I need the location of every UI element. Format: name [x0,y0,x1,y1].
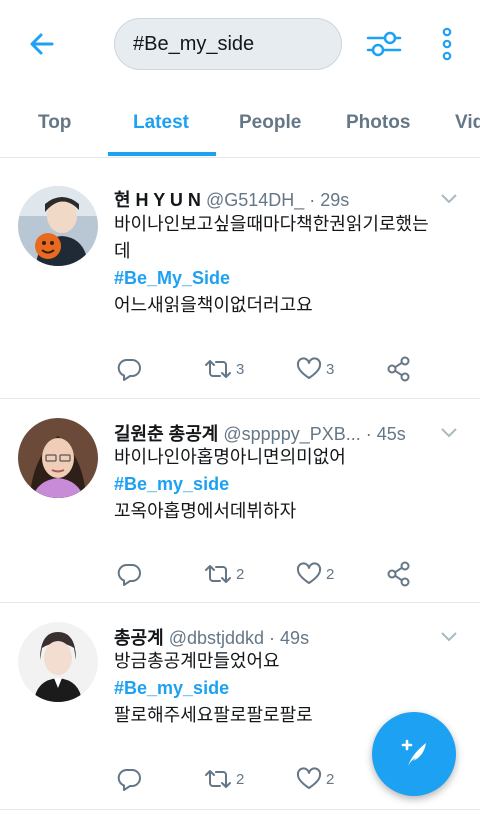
tweet-menu-button[interactable] [438,422,460,444]
share-icon [387,561,410,587]
share-button[interactable] [386,559,412,589]
search-query-text: #Be_my_side [133,32,255,55]
like-count: 3 [326,360,335,378]
share-icon [387,356,410,382]
tweet-author-name[interactable]: 현 H Y U N [114,190,201,210]
retweet-button[interactable]: 2 [204,559,244,589]
reply-icon [117,769,141,791]
compose-tweet-button[interactable] [372,712,456,796]
retweet-count: 2 [236,770,245,788]
hashtag-link[interactable]: #Be_my_side [114,471,464,498]
avatar[interactable] [18,418,98,498]
search-filter-button[interactable] [362,24,406,64]
reply-icon [117,359,141,381]
retweet-count: 3 [236,360,245,378]
tweet-text: 바이나인아홉명아니면의미없어 #Be_my_side 꼬옥아홉명에서데뷔하자 [114,444,464,525]
hashtag-link[interactable]: #Be_My_Side [114,265,464,292]
tab-photos[interactable]: Photos [346,88,410,157]
share-button[interactable] [386,354,412,384]
avatar[interactable] [18,186,98,266]
tweet-text-line: 바이나인보고싶을때마다책한권읽기로했는 [114,214,429,234]
tab-top[interactable]: Top [38,88,71,157]
heart-icon [296,562,322,584]
retweet-button[interactable]: 3 [204,354,244,384]
tab-latest[interactable]: Latest [133,88,189,157]
vertical-dots-icon [442,27,452,61]
chevron-down-icon [441,194,457,204]
tweet-author-name[interactable]: 길원춘 총공계 [114,424,218,444]
arrow-left-icon [30,33,54,55]
tweet-author-name[interactable]: 총공계 [114,628,164,648]
tweet-text-line: 꼬옥아홉명에서데뷔하자 [114,501,297,521]
tweet-timestamp: · 45s [365,424,406,444]
tweet-header: 현 H Y U N @G514DH_ · 29s [114,186,430,212]
compose-feather-icon [401,739,426,766]
retweet-icon [205,565,231,583]
reply-icon [117,564,141,586]
tweet-header: 총공계 @dbstjddkd · 49s [114,624,430,650]
tweet-header: 길원춘 총공계 @sppppy_PXB... · 45s [114,420,430,446]
retweet-icon [205,770,231,788]
sliders-icon [366,31,402,57]
reply-button[interactable] [116,354,146,384]
tab-people[interactable]: People [239,88,301,157]
tweet-actions: 3 3 [116,354,436,384]
tweet-actions: 2 2 [116,559,436,589]
tweet-text-line: 바이나인아홉명아니면의미없어 [114,447,346,467]
top-bar: #Be_my_side [0,0,480,88]
search-tabs: Top Latest People Photos Vid [0,88,480,158]
tweet-timestamp: · 29s [309,190,350,210]
like-button[interactable]: 2 [296,764,334,794]
tweet-timestamp: · 49s [269,628,310,648]
like-button[interactable]: 2 [296,559,334,589]
chevron-down-icon [441,632,457,642]
tweet-text-line: 방금총공계만들었어요 [114,651,280,671]
tab-videos[interactable]: Vid [455,88,480,157]
back-button[interactable] [22,24,62,64]
active-tab-indicator [108,152,216,156]
tweet-text-line: 어느새읽을책이없더러고요 [114,295,313,315]
retweet-button[interactable]: 2 [204,764,244,794]
heart-icon [296,767,322,789]
tweet-author-handle[interactable]: @G514DH_ [206,190,304,210]
chevron-down-icon [441,428,457,438]
tweet-text: 바이나인보고싶을때마다책한권읽기로했는 데 #Be_My_Side 어느새읽을책… [114,211,464,319]
like-count: 2 [326,565,335,583]
retweet-count: 2 [236,565,245,583]
tweet-author-handle[interactable]: @sppppy_PXB... [223,424,360,444]
reply-button[interactable] [116,559,146,589]
hashtag-link[interactable]: #Be_my_side [114,675,464,702]
tweet-menu-button[interactable] [438,626,460,648]
tweet-item[interactable]: 현 H Y U N @G514DH_ · 29s 바이나인보고싶을때마다책한권읽… [0,166,480,399]
search-input[interactable]: #Be_my_side [114,18,342,70]
reply-button[interactable] [116,764,146,794]
tweet-menu-button[interactable] [438,188,460,210]
overflow-menu-button[interactable] [432,24,462,64]
tweet-author-handle[interactable]: @dbstjddkd [169,628,264,648]
like-count: 2 [326,770,335,788]
heart-icon [296,357,322,379]
tweet-item[interactable]: 길원춘 총공계 @sppppy_PXB... · 45s 바이나인아홉명아니면의… [0,400,480,603]
tweet-text-line: 데 [114,241,131,261]
like-button[interactable]: 3 [296,354,334,384]
retweet-icon [205,360,231,378]
avatar[interactable] [18,622,98,702]
